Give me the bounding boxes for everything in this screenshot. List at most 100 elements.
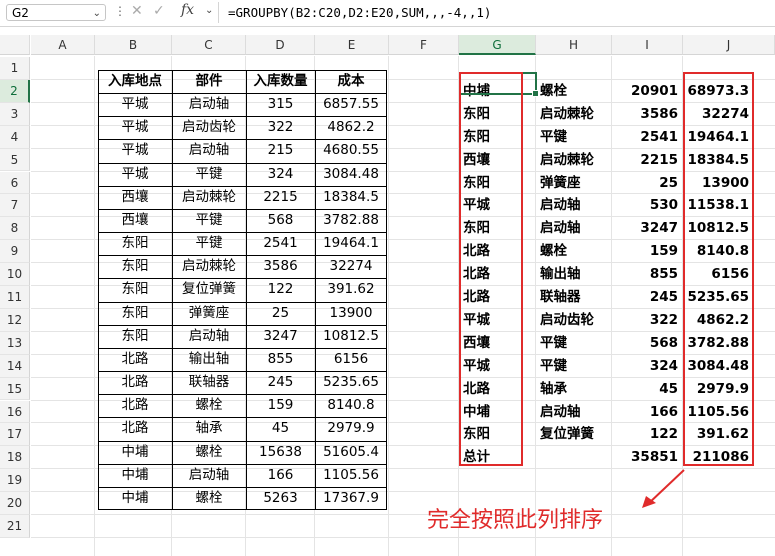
result-cell[interactable]: 输出轴 (536, 263, 612, 286)
table-cell[interactable]: 245 (246, 371, 315, 394)
table-cell[interactable]: 391.62 (315, 278, 387, 301)
table-cell[interactable]: 17367.9 (315, 487, 387, 510)
table-cell[interactable]: 855 (246, 348, 315, 371)
result-cell[interactable]: 122 (612, 423, 683, 446)
table-cell[interactable]: 联轴器 (172, 371, 246, 394)
table-cell[interactable]: 1105.56 (315, 464, 387, 487)
result-cell[interactable]: 螺栓 (536, 80, 612, 103)
result-cell[interactable]: 启动轴 (536, 217, 612, 240)
table-cell[interactable]: 启动棘轮 (172, 255, 246, 278)
result-cell[interactable]: 联轴器 (536, 286, 612, 309)
table-cell[interactable]: 螺栓 (172, 441, 246, 464)
table-cell[interactable]: 45 (246, 417, 315, 440)
result-cell[interactable]: 45 (612, 378, 683, 401)
row-header-19[interactable]: 19 (0, 469, 30, 493)
table-cell[interactable]: 螺栓 (172, 394, 246, 417)
result-cell[interactable]: 159 (612, 240, 683, 263)
result-cell[interactable]: 20901 (612, 80, 683, 103)
table-cell[interactable]: 3084.48 (315, 163, 387, 186)
result-cell[interactable]: 启动齿轮 (536, 309, 612, 332)
result-cell[interactable]: 启动棘轮 (536, 149, 612, 172)
function-icon[interactable]: fx (181, 2, 194, 18)
result-cell[interactable]: 568 (612, 332, 683, 355)
table-cell[interactable]: 平键 (172, 232, 246, 255)
column-header-i[interactable]: I (612, 35, 683, 55)
row-header-10[interactable]: 10 (0, 263, 30, 286)
result-cell[interactable]: 弹簧座 (536, 172, 612, 195)
table-cell[interactable]: 10812.5 (315, 325, 387, 348)
table-cell[interactable]: 平城 (98, 163, 172, 186)
row-header-1[interactable]: 1 (0, 57, 30, 80)
table-cell[interactable]: 6857.55 (315, 93, 387, 116)
column-header-c[interactable]: C (172, 35, 246, 55)
cancel-icon[interactable]: ✕ (131, 3, 143, 19)
result-cell[interactable]: 855 (612, 263, 683, 286)
table-cell[interactable]: 东阳 (98, 278, 172, 301)
row-header-9[interactable]: 9 (0, 240, 30, 264)
column-header-e[interactable]: E (315, 35, 389, 55)
table-cell[interactable]: 2979.9 (315, 417, 387, 440)
table-cell[interactable]: 中埔 (98, 464, 172, 487)
column-header-d[interactable]: D (246, 35, 315, 55)
row-header-4[interactable]: 4 (0, 125, 30, 149)
table-cell[interactable]: 东阳 (98, 325, 172, 348)
table-cell[interactable]: 13900 (315, 302, 387, 325)
table-cell[interactable]: 北路 (98, 394, 172, 417)
table-cell[interactable]: 8140.8 (315, 394, 387, 417)
table-cell[interactable]: 东阳 (98, 302, 172, 325)
column-header-h[interactable]: H (536, 35, 612, 55)
table-cell[interactable]: 6156 (315, 348, 387, 371)
row-header-14[interactable]: 14 (0, 354, 30, 378)
column-header-j[interactable]: J (683, 35, 775, 55)
table-cell[interactable]: 32274 (315, 255, 387, 278)
result-cell[interactable]: 启动轴 (536, 401, 612, 424)
table-cell[interactable]: 启动齿轮 (172, 116, 246, 139)
table-cell[interactable]: 322 (246, 116, 315, 139)
table-cell[interactable]: 复位弹簧 (172, 278, 246, 301)
table-cell[interactable]: 西壤 (98, 209, 172, 232)
table-cell[interactable]: 弹簧座 (172, 302, 246, 325)
table-cell[interactable]: 中埔 (98, 487, 172, 510)
table-cell[interactable]: 东阳 (98, 232, 172, 255)
result-cell[interactable]: 245 (612, 286, 683, 309)
table-cell[interactable]: 启动轴 (172, 325, 246, 348)
table-header-cell[interactable]: 成本 (315, 70, 387, 93)
table-cell[interactable]: 15638 (246, 441, 315, 464)
table-cell[interactable]: 平城 (98, 93, 172, 116)
row-header-6[interactable]: 6 (0, 171, 30, 195)
formula-input[interactable]: =GROUPBY(B2:C20,D2:E20,SUM,,,-4,,1) (218, 2, 775, 23)
table-cell[interactable]: 51605.4 (315, 441, 387, 464)
result-cell[interactable]: 2541 (612, 126, 683, 149)
table-cell[interactable]: 215 (246, 139, 315, 162)
column-header-a[interactable]: A (31, 35, 95, 55)
row-header-11[interactable]: 11 (0, 286, 30, 309)
table-cell[interactable]: 2215 (246, 186, 315, 209)
result-cell[interactable]: 螺栓 (536, 240, 612, 263)
select-all-corner[interactable] (0, 35, 30, 55)
result-cell[interactable]: 3247 (612, 217, 683, 240)
table-cell[interactable]: 启动轴 (172, 139, 246, 162)
table-cell[interactable]: 5263 (246, 487, 315, 510)
name-box[interactable]: G2 ⌄ (6, 4, 106, 21)
row-header-21[interactable]: 21 (0, 515, 30, 538)
table-cell[interactable]: 平键 (172, 209, 246, 232)
result-cell[interactable]: 322 (612, 309, 683, 332)
row-header-20[interactable]: 20 (0, 492, 30, 515)
result-cell[interactable]: 启动棘轮 (536, 103, 612, 126)
table-cell[interactable]: 螺栓 (172, 487, 246, 510)
result-cell[interactable]: 复位弹簧 (536, 423, 612, 446)
more-icon[interactable]: ⋮ (114, 4, 126, 18)
result-cell[interactable]: 25 (612, 172, 683, 195)
table-cell[interactable]: 轴承 (172, 417, 246, 440)
column-header-g[interactable]: G (459, 35, 536, 55)
table-cell[interactable]: 西壤 (98, 186, 172, 209)
row-header-18[interactable]: 18 (0, 446, 30, 470)
table-cell[interactable]: 平城 (98, 139, 172, 162)
row-header-8[interactable]: 8 (0, 217, 30, 241)
table-cell[interactable]: 4862.2 (315, 116, 387, 139)
result-cell[interactable]: 平键 (536, 355, 612, 378)
chevron-down-icon[interactable]: ⌄ (205, 5, 213, 16)
table-cell[interactable]: 159 (246, 394, 315, 417)
table-cell[interactable]: 122 (246, 278, 315, 301)
table-cell[interactable]: 东阳 (98, 255, 172, 278)
